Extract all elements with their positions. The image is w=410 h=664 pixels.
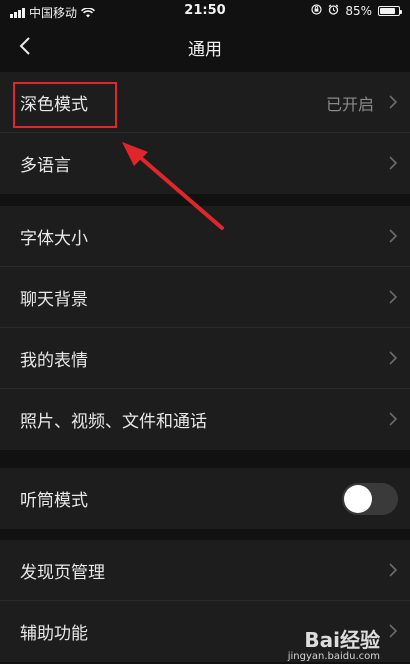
setting-label: 多语言 — [20, 156, 71, 176]
toggle-knob — [344, 485, 372, 513]
settings-group-chat: 字体大小 聊天背景 我的表情 照片、视频、文件和通话 — [0, 206, 410, 450]
setting-earpiece-mode: 听筒模式 — [0, 468, 410, 529]
earpiece-mode-toggle[interactable] — [342, 483, 398, 515]
watermark-site: jingyan.baidu.com — [287, 651, 380, 662]
annotation-highlight-box — [13, 82, 117, 128]
setting-my-stickers[interactable]: 我的表情 — [0, 328, 410, 389]
alarm-icon — [328, 4, 339, 18]
chevron-right-icon — [388, 623, 398, 639]
annotation-arrow-icon — [122, 142, 224, 230]
page-title: 通用 — [188, 40, 222, 60]
setting-label: 听筒模式 — [20, 491, 88, 511]
watermark-logo: Bai经验 — [304, 628, 380, 652]
chevron-right-icon — [388, 350, 398, 366]
battery-icon — [378, 6, 402, 16]
phone-screen: 中国移动 21:50 85% 通用 深色模式 已开启 多语言 字体大小 聊天背景… — [0, 0, 410, 664]
chevron-right-icon — [388, 411, 398, 427]
setting-value: 已开启 — [325, 95, 374, 114]
nav-bar: 通用 — [0, 22, 410, 72]
setting-label: 发现页管理 — [20, 563, 105, 583]
setting-label: 照片、视频、文件和通话 — [20, 412, 207, 432]
setting-media-files[interactable]: 照片、视频、文件和通话 — [0, 389, 410, 450]
setting-discover-manage[interactable]: 发现页管理 — [0, 540, 410, 601]
chevron-right-icon — [388, 289, 398, 305]
setting-label: 我的表情 — [20, 351, 88, 371]
setting-label: 辅助功能 — [20, 624, 88, 644]
battery-fill — [380, 8, 395, 14]
status-bar: 中国移动 21:50 85% — [0, 0, 410, 22]
battery-percent: 85% — [345, 4, 372, 18]
baidu-jingyan-watermark: Bai经验 jingyan.baidu.com — [288, 624, 380, 662]
chevron-right-icon — [388, 228, 398, 244]
setting-label: 聊天背景 — [20, 290, 88, 310]
settings-group-audio: 听筒模式 — [0, 468, 410, 529]
chevron-right-icon — [388, 562, 398, 578]
setting-chat-background[interactable]: 聊天背景 — [0, 267, 410, 328]
orientation-lock-icon — [311, 4, 322, 18]
setting-label: 字体大小 — [20, 229, 88, 249]
chevron-right-icon — [388, 94, 398, 110]
chevron-right-icon — [388, 155, 398, 171]
status-right: 85% — [311, 4, 402, 18]
